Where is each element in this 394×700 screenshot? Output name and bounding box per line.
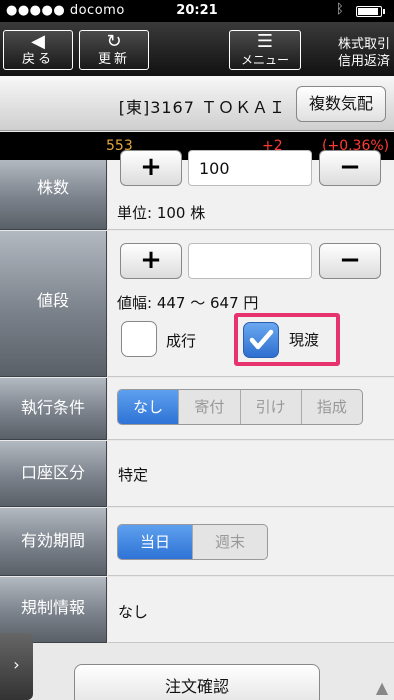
battery-icon xyxy=(356,6,382,17)
period-segmented-control: 当日 週末 xyxy=(117,524,268,560)
menu-icon: ☰ xyxy=(256,31,274,52)
stock-name: [東]3167 ＴＯＫＡＩ xyxy=(118,98,286,117)
stock-header: [東]3167 ＴＯＫＡＩ 複数気配 xyxy=(0,76,394,131)
menu-label: メニュー xyxy=(240,53,289,67)
period-field: 当日 週末 xyxy=(108,508,394,576)
quantity-input[interactable]: 100 xyxy=(188,150,312,186)
price-plus-button[interactable]: + xyxy=(120,243,182,279)
refresh-label: 更新 xyxy=(97,52,130,67)
quantity-label: 株数 xyxy=(0,160,107,230)
current-delivery-checkbox[interactable] xyxy=(243,322,279,358)
back-arrow-icon: ◀ xyxy=(31,31,45,52)
price-input[interactable] xyxy=(188,243,312,279)
condition-option-close[interactable]: 引け xyxy=(241,390,302,424)
current-delivery-highlight: 現渡 xyxy=(234,313,340,366)
period-option-today[interactable]: 当日 xyxy=(118,525,193,559)
period-option-weekend[interactable]: 週末 xyxy=(193,525,267,559)
toolbar: ◀ 戻る ↻ 更新 ☰ メニュー 株式取引 信用返済 xyxy=(0,22,394,76)
trade-type-line1: 株式取引 xyxy=(337,37,390,52)
scroll-top-icon[interactable]: ▲ xyxy=(370,676,394,700)
depth-button[interactable]: 複数気配 xyxy=(296,86,386,122)
condition-segmented-control: なし 寄付 引け 指成 xyxy=(117,389,363,425)
condition-field: なし 寄付 引け 指成 xyxy=(108,378,394,440)
price-minus-button[interactable]: − xyxy=(319,243,381,279)
current-delivery-label: 現渡 xyxy=(289,331,320,349)
side-drawer-tab[interactable]: › xyxy=(0,633,33,700)
menu-button[interactable]: ☰ メニュー xyxy=(229,30,301,70)
price-range: 値幅: 447 〜 647 円 xyxy=(117,294,259,312)
regulation-field: なし xyxy=(108,577,394,643)
period-label: 有効期間 xyxy=(0,508,107,576)
trade-type-line2: 信用返済 xyxy=(337,54,390,69)
quantity-unit: 単位: 100 株 xyxy=(117,204,206,222)
refresh-icon: ↻ xyxy=(106,31,122,52)
clock: 20:21 xyxy=(176,3,218,18)
condition-option-open[interactable]: 寄付 xyxy=(179,390,241,424)
market-order-checkbox[interactable] xyxy=(121,321,157,357)
account-label: 口座区分 xyxy=(0,441,107,507)
market-order-label: 成行 xyxy=(166,332,197,350)
app-window: ●●●●● docomo 20:21 ᛒ ◀ 戻る ↻ 更新 ☰ メニュー 株式… xyxy=(0,0,394,700)
price-label: 値段 xyxy=(0,231,107,377)
condition-label: 執行条件 xyxy=(0,378,107,440)
bluetooth-icon: ᛒ xyxy=(336,2,344,17)
battery-tip xyxy=(383,9,385,14)
quantity-minus-button[interactable]: − xyxy=(319,150,381,186)
back-button[interactable]: ◀ 戻る xyxy=(3,30,73,70)
quantity-plus-button[interactable]: + xyxy=(120,150,182,186)
chevron-right-icon: › xyxy=(13,655,20,674)
refresh-button[interactable]: ↻ 更新 xyxy=(79,30,149,70)
account-field: 特定 xyxy=(108,441,394,507)
condition-option-limit-market[interactable]: 指成 xyxy=(302,390,362,424)
back-label: 戻る xyxy=(21,52,54,67)
checkmark-icon xyxy=(249,329,274,350)
price-field: + − 値幅: 447 〜 647 円 成行 現渡 xyxy=(108,231,394,377)
quantity-field: + 100 − 単位: 100 株 xyxy=(108,150,394,230)
status-bar: ●●●●● docomo 20:21 ᛒ xyxy=(0,0,394,22)
trade-type-label: 株式取引 信用返済 xyxy=(338,36,390,70)
regulation-value: なし xyxy=(118,603,149,621)
account-value: 特定 xyxy=(118,466,149,484)
condition-option-none[interactable]: なし xyxy=(118,390,180,424)
order-confirm-button[interactable]: 注文確認 xyxy=(74,664,320,700)
